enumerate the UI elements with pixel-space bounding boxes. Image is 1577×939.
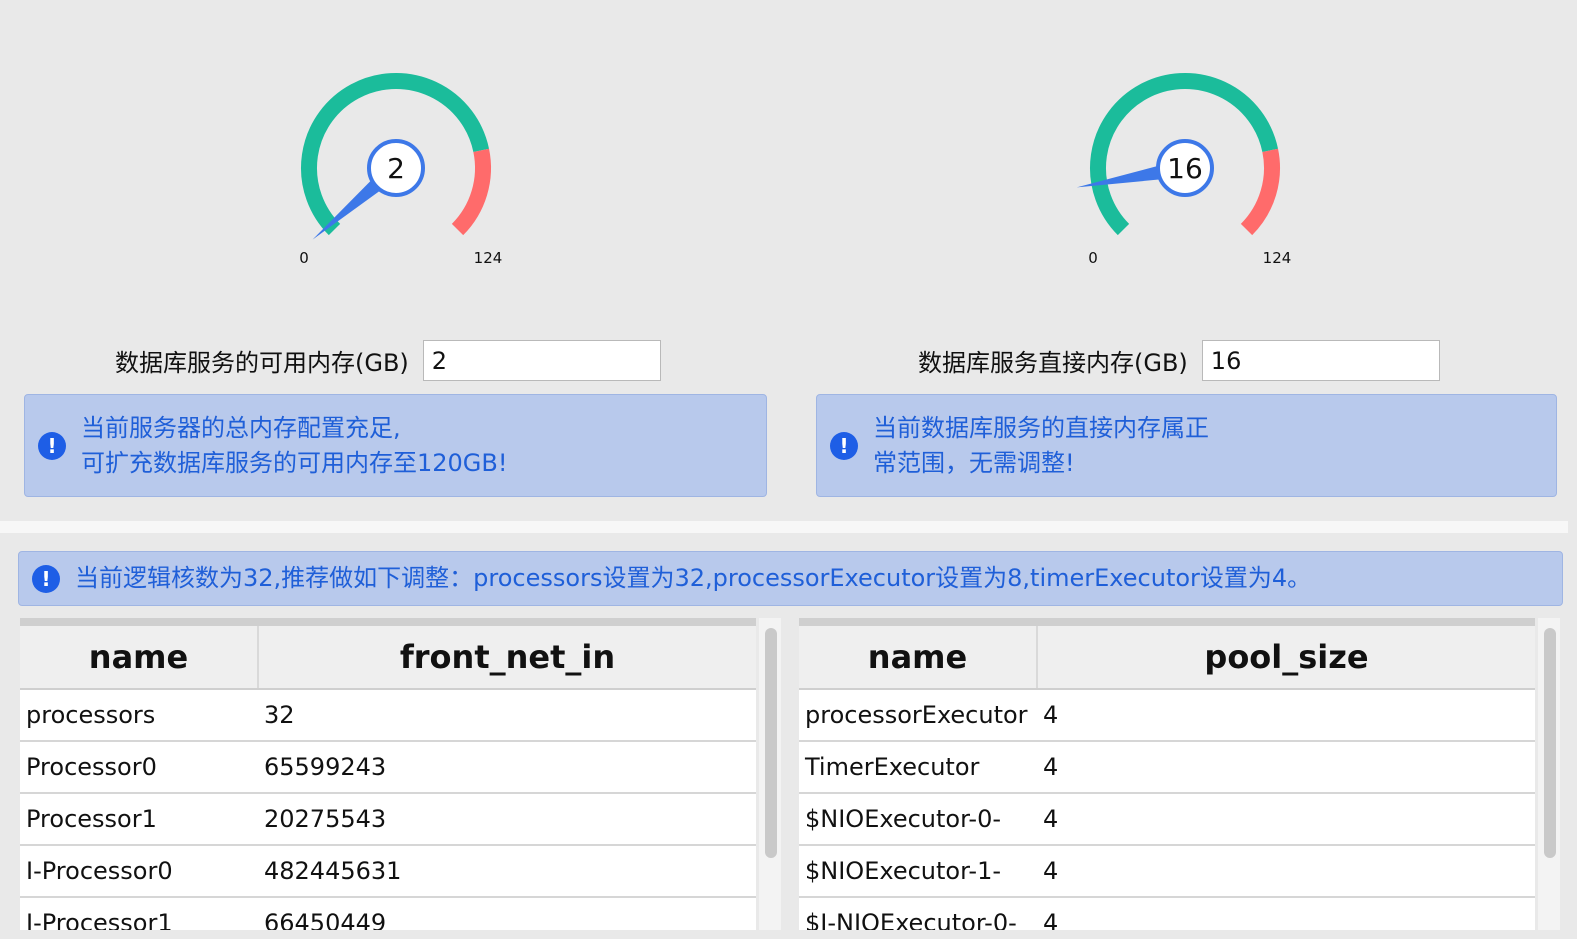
available-memory-input[interactable] (422, 340, 661, 381)
gauge-warn-band (451, 148, 491, 236)
section-divider (0, 521, 1568, 533)
gauge-max-label: 124 (1263, 249, 1292, 267)
cell-name: Processor1 (20, 793, 258, 846)
cell-name: processorExecutor (799, 689, 1037, 742)
cores-alert-text: 当前逻辑核数为32,推荐做如下调整：processors设置为32,proces… (75, 564, 1312, 592)
front-net-in-table: name front_net_in processors 32 Processor… (20, 618, 756, 930)
right-table-scrollbar[interactable] (1538, 618, 1560, 930)
cell-value: 482445631 (258, 845, 756, 898)
direct-memory-label: 数据库服务直接内存(GB) (918, 349, 1188, 377)
cell-name: $NIOExecutor-1- (799, 845, 1037, 898)
memory-alert: ! 当前服务器的总内存配置充足, 可扩充数据库服务的可用内存至120GB! (24, 394, 767, 497)
available-memory-label: 数据库服务的可用内存(GB) (115, 349, 409, 377)
table-row[interactable]: Processor1 20275543 (20, 793, 756, 846)
table-row[interactable]: $NIOExecutor-0- 4 (799, 793, 1535, 846)
table-row[interactable]: $NIOExecutor-1- 4 (799, 845, 1535, 898)
table-row[interactable]: I-Processor1 66450449 (20, 897, 756, 930)
table-header-row: name front_net_in (20, 626, 756, 690)
cell-value: 66450449 (258, 897, 756, 930)
cell-name: Processor0 (20, 741, 258, 794)
cell-name: I-Processor0 (20, 845, 258, 898)
table-header-row: name pool_size (799, 626, 1535, 690)
table-row[interactable]: processors 32 (20, 689, 756, 742)
cores-alert: ! 当前逻辑核数为32,推荐做如下调整：processors设置为32,proc… (18, 551, 1563, 606)
column-header-front-net-in[interactable]: front_net_in (258, 626, 756, 690)
left-table-scrollbar[interactable] (759, 618, 781, 930)
column-header-pool-size[interactable]: pool_size (1037, 626, 1535, 690)
cell-name: $NIOExecutor-0- (799, 793, 1037, 846)
cell-value: 4 (1037, 741, 1535, 794)
column-header-name[interactable]: name (20, 626, 259, 690)
gauge-svg: 16 0 124 (1076, 73, 1292, 267)
table-row[interactable]: Processor0 65599243 (20, 741, 756, 794)
cell-value: 4 (1037, 845, 1535, 898)
gauge-max-label: 124 (474, 249, 503, 267)
gauge-value-label: 2 (387, 152, 405, 185)
cell-name: $I-NIOExecutor-0- (799, 897, 1037, 930)
exclamation-icon: ! (32, 564, 60, 593)
direct-memory-row: 数据库服务直接内存(GB) (918, 340, 1440, 381)
cell-value: 65599243 (258, 741, 756, 794)
gauge-svg: 2 0 124 (299, 73, 503, 267)
available-memory-row: 数据库服务的可用内存(GB) (115, 340, 661, 381)
exclamation-icon: ! (830, 431, 858, 460)
direct-memory-input[interactable] (1201, 340, 1440, 381)
gauge-value-label: 16 (1167, 152, 1203, 185)
pool-size-table: name pool_size processorExecutor 4 TimerE… (799, 618, 1535, 930)
exclamation-icon: ! (38, 431, 66, 460)
column-header-name[interactable]: name (799, 626, 1038, 690)
memory-panel: 2 0 124 16 0 124 数据库服务的可用内存(GB) 数据库服务直接内存(GB… (0, 0, 1568, 521)
memory-alert-text: 当前服务器的总内存配置充足, 可扩充数据库服务的可用内存至120GB! (81, 413, 508, 477)
cell-value: 20275543 (258, 793, 756, 846)
table-row[interactable]: TimerExecutor 4 (799, 741, 1535, 794)
cell-value: 4 (1037, 897, 1535, 930)
table-row[interactable]: $I-NIOExecutor-0- 4 (799, 897, 1535, 930)
available-memory-gauge: 2 0 124 (280, 60, 520, 280)
table-row[interactable]: processorExecutor 4 (799, 689, 1535, 742)
cell-name: TimerExecutor (799, 741, 1037, 794)
cell-name: processors (20, 689, 258, 742)
scrollbar-thumb[interactable] (765, 628, 777, 858)
direct-memory-gauge: 16 0 124 (1069, 60, 1309, 280)
gauge-min-label: 0 (1088, 249, 1098, 267)
cell-name: I-Processor1 (20, 897, 258, 930)
direct-memory-alert-text: 当前数据库服务的直接内存属正 常范围，无需调整! (873, 413, 1209, 477)
table-row[interactable]: I-Processor0 482445631 (20, 845, 756, 898)
gauge-warn-band (1240, 148, 1280, 236)
direct-memory-alert: ! 当前数据库服务的直接内存属正 常范围，无需调整! (816, 394, 1557, 497)
cell-value: 32 (258, 689, 756, 742)
scrollbar-thumb[interactable] (1544, 628, 1556, 858)
cell-value: 4 (1037, 689, 1535, 742)
gauge-min-label: 0 (299, 249, 309, 267)
cell-value: 4 (1037, 793, 1535, 846)
